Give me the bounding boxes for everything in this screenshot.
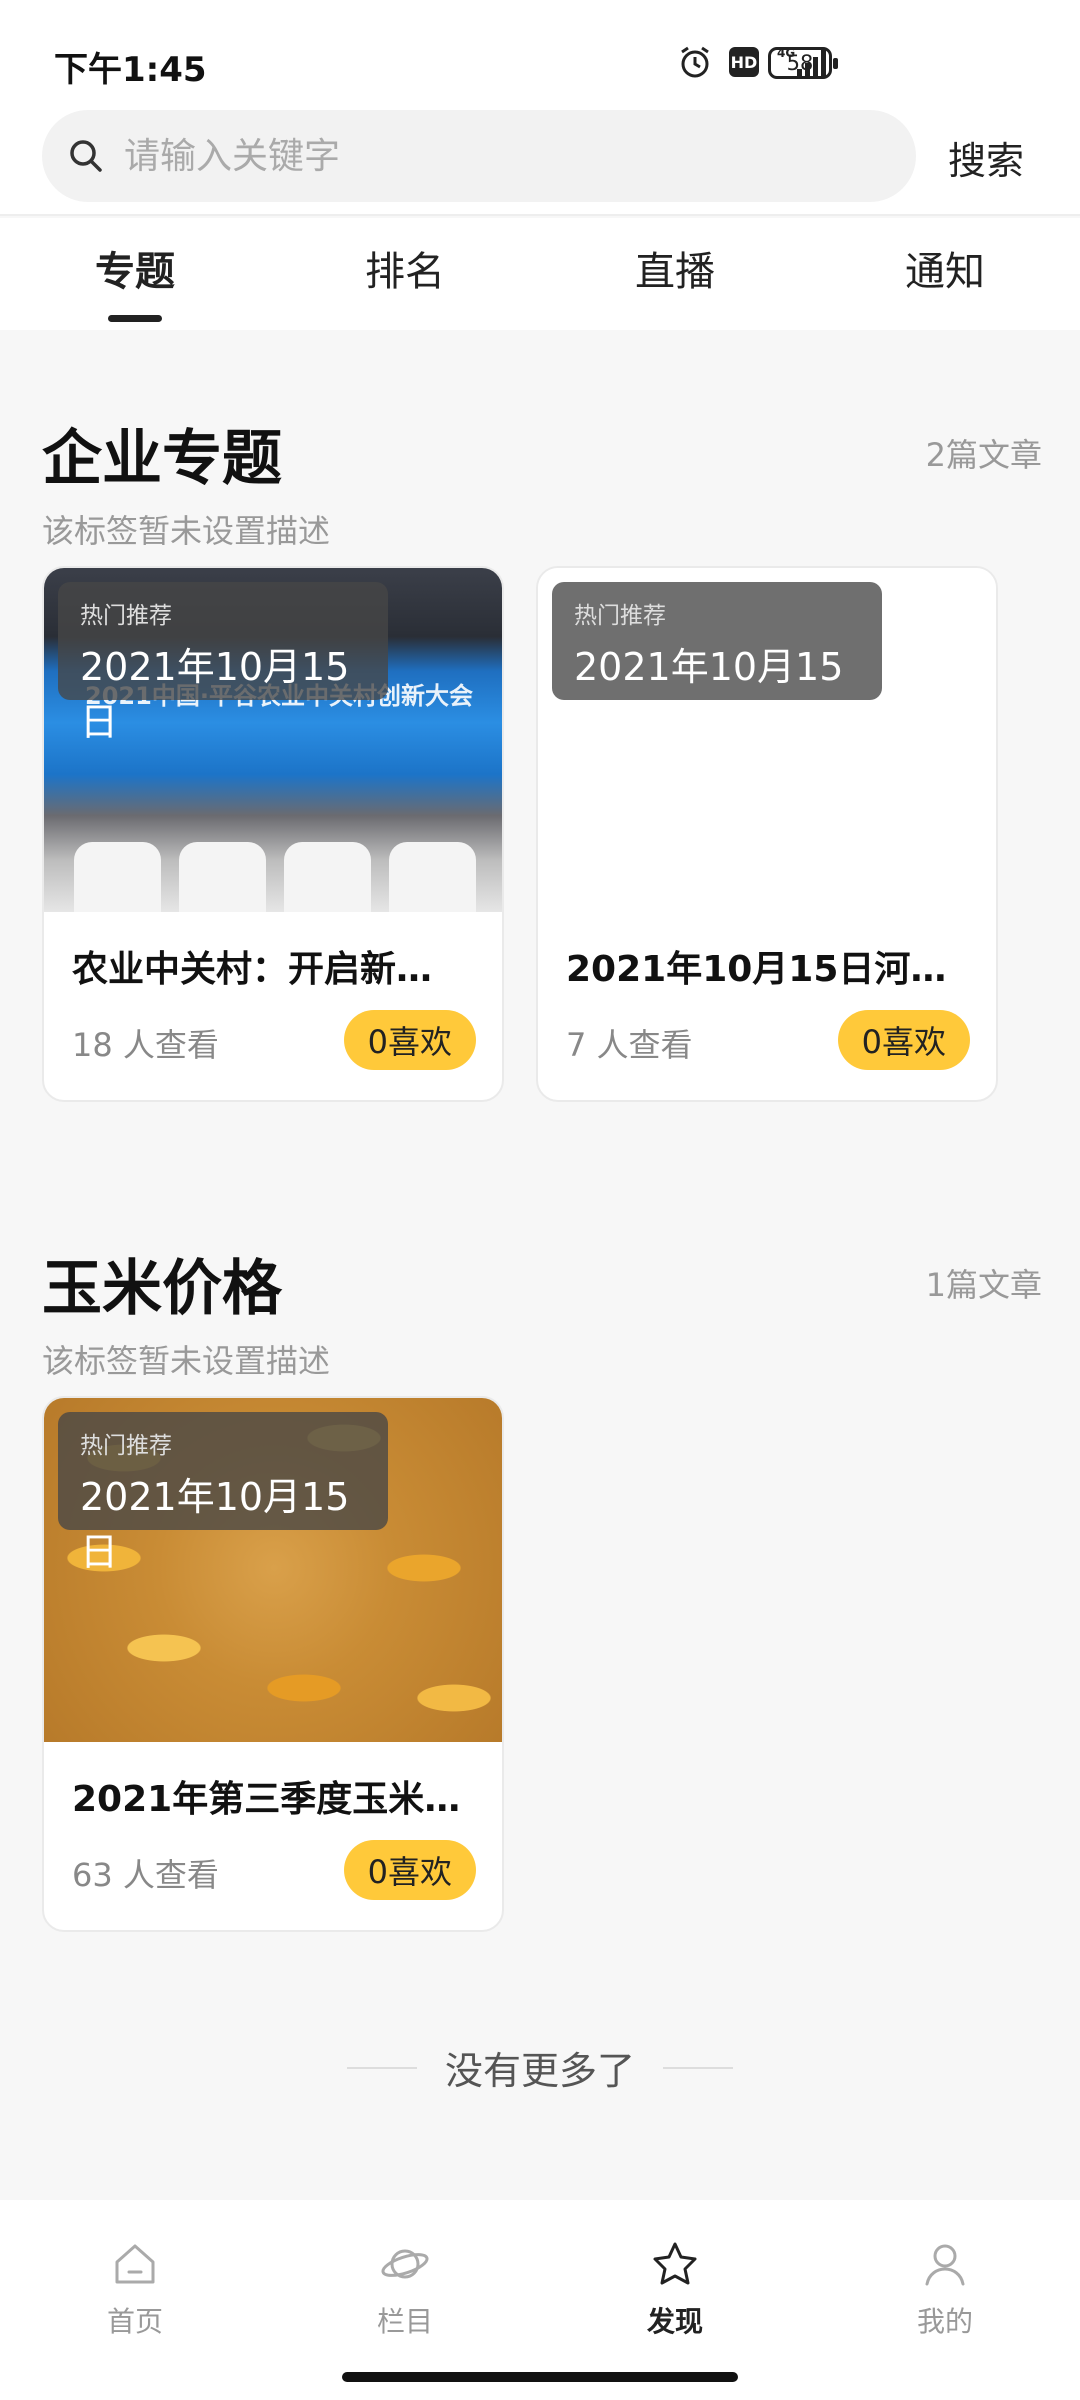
article-image: 2021中国·平谷农业中关村创新大会 热门推荐 2021年10月15日: [44, 568, 502, 912]
tab-topics[interactable]: 专题: [0, 218, 270, 330]
badge-date: 2021年10月15日: [80, 1475, 350, 1574]
badge-label: 热门推荐: [80, 603, 172, 629]
section-enterprise-topics: 企业专题 2篇文章 该标签暂未设置描述 2021中国·平谷农业中关村创新大会 热…: [0, 410, 1080, 1130]
tab-notifications[interactable]: 通知: [810, 218, 1080, 330]
image-chairs: [44, 822, 502, 912]
badge-date: 2021年10月15日: [574, 645, 844, 744]
chair-shape: [74, 842, 161, 912]
section-article-count[interactable]: 1篇文章: [926, 1260, 1042, 1306]
tab-ranking[interactable]: 排名: [270, 218, 540, 330]
end-of-list: 没有更多了: [0, 2040, 1080, 2095]
battery-level: 58: [786, 51, 814, 75]
nav-columns[interactable]: 栏目: [270, 2200, 540, 2400]
article-card[interactable]: 热门推荐 2021年10月15日 2021年10月15日河北… 7 人查看 0喜…: [536, 566, 998, 1102]
status-bar: 下午1:45 HD 4G 58: [0, 0, 1080, 110]
section-description: 该标签暂未设置描述: [42, 512, 331, 550]
date-badge: 热门推荐 2021年10月15日: [58, 582, 388, 744]
badge-date: 2021年10月15日: [80, 645, 350, 744]
alarm-icon: [681, 46, 709, 78]
bottom-nav: 首页 栏目 发现 我的: [0, 2200, 1080, 2400]
like-button[interactable]: 0喜欢: [343, 1010, 476, 1070]
article-title[interactable]: 2021年第三季度玉米…: [72, 1770, 482, 1822]
nav-profile[interactable]: 我的: [810, 2200, 1080, 2400]
divider: [346, 2066, 417, 2069]
search-button[interactable]: 搜索: [948, 130, 1024, 185]
search-icon: [70, 140, 102, 172]
nav-label: 栏目: [376, 2305, 433, 2338]
hd-icon: HD: [729, 47, 759, 77]
like-button[interactable]: 0喜欢: [837, 1010, 970, 1070]
chair-shape: [389, 842, 476, 912]
nav-label: 我的: [916, 2305, 973, 2338]
nav-label: 首页: [106, 2305, 163, 2338]
article-title[interactable]: 2021年10月15日河北…: [566, 940, 976, 992]
nav-home[interactable]: 首页: [0, 2200, 270, 2400]
article-image: 热门推荐 2021年10月15日: [538, 568, 996, 912]
view-count: 18 人查看: [72, 1026, 219, 1064]
date-badge: 热门推荐 2021年10月15日: [58, 1412, 388, 1574]
battery-icon: 58: [768, 47, 838, 79]
view-count: 7 人查看: [566, 1026, 693, 1064]
badge-label: 热门推荐: [574, 603, 666, 629]
section-corn-prices: 玉米价格 1篇文章 该标签暂未设置描述 热门推荐 2021年10月15日 202…: [0, 1240, 1080, 1960]
article-card[interactable]: 热门推荐 2021年10月15日 2021年第三季度玉米… 63 人查看 0喜欢: [42, 1396, 504, 1932]
nav-label: 发现: [646, 2305, 703, 2338]
section-article-count[interactable]: 2篇文章: [926, 430, 1042, 476]
chair-shape: [284, 842, 371, 912]
tab-bar: 专题 排名 直播 通知: [0, 218, 1080, 330]
section-description: 该标签暂未设置描述: [42, 1342, 331, 1380]
section-title: 企业专题: [42, 424, 282, 494]
star-icon: [653, 2242, 697, 2285]
view-count: 63 人查看: [72, 1856, 219, 1894]
search-bar: 搜索: [0, 110, 1080, 216]
user-icon: [925, 2244, 965, 2286]
nav-discover[interactable]: 发现: [540, 2200, 810, 2400]
badge-label: 热门推荐: [80, 1433, 172, 1459]
like-button[interactable]: 0喜欢: [343, 1840, 476, 1900]
article-title[interactable]: 农业中关村：开启新…: [72, 940, 482, 992]
tab-live[interactable]: 直播: [540, 218, 810, 330]
divider: [663, 2066, 733, 2069]
article-card[interactable]: 2021中国·平谷农业中关村创新大会 热门推荐 2021年10月15日 农业中关…: [42, 566, 504, 1102]
home-icon: [115, 2244, 155, 2284]
card-list: 热门推荐 2021年10月15日 2021年第三季度玉米… 63 人查看 0喜欢: [42, 1396, 504, 1932]
card-list: 2021中国·平谷农业中关村创新大会 热门推荐 2021年10月15日 农业中关…: [42, 566, 998, 1102]
status-time: 下午1:45: [54, 50, 207, 90]
no-more-text: 没有更多了: [444, 2049, 635, 2093]
home-indicator[interactable]: [342, 2372, 738, 2382]
section-title: 玉米价格: [42, 1254, 282, 1324]
article-image: 热门推荐 2021年10月15日: [44, 1398, 502, 1742]
search-input[interactable]: [124, 135, 884, 177]
search-box[interactable]: [42, 110, 916, 202]
chair-shape: [179, 842, 266, 912]
date-badge: 热门推荐 2021年10月15日: [552, 582, 882, 744]
planet-icon: [381, 2249, 429, 2279]
